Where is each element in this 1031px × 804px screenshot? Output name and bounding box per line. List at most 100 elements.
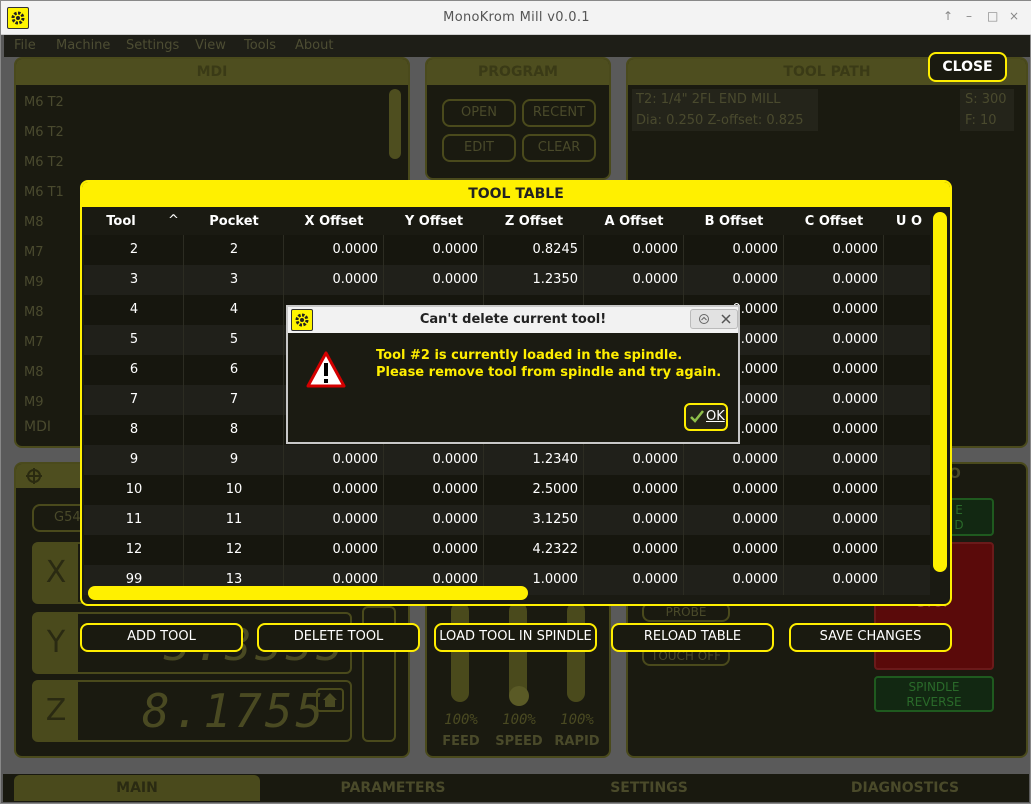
- mdi-history-item[interactable]: M8: [24, 215, 44, 230]
- table-cell[interactable]: 12: [84, 535, 184, 565]
- table-row[interactable]: 12 12 0.0000 0.0000 4.2322 0.0000 0.0000 0.0000: [84, 535, 930, 565]
- table-cell[interactable]: 0.0000: [584, 535, 679, 565]
- tab-main[interactable]: MAIN: [14, 775, 260, 801]
- reload-table-button[interactable]: RELOAD TABLE: [611, 623, 774, 652]
- table-cell[interactable]: 0.0000: [784, 535, 879, 565]
- column-header[interactable]: A Offset: [584, 209, 684, 235]
- menu-view[interactable]: View: [195, 38, 226, 53]
- table-cell[interactable]: 6: [184, 355, 284, 385]
- table-cell[interactable]: 11: [184, 505, 284, 535]
- column-header[interactable]: Y Offset: [384, 209, 484, 235]
- table-cell[interactable]: 0.0000: [584, 445, 679, 475]
- tab-parameters[interactable]: PARAMETERS: [270, 775, 516, 801]
- menu-tools[interactable]: Tools: [244, 38, 276, 53]
- table-cell[interactable]: 0.0000: [284, 475, 379, 505]
- window-close-button[interactable]: ×: [1009, 9, 1019, 23]
- table-cell[interactable]: 9: [184, 445, 284, 475]
- save-changes-button[interactable]: SAVE CHANGES: [789, 623, 952, 652]
- title-bar[interactable]: MonoKrom Mill v0.0.1 ↑ – □ ×: [1, 1, 1031, 35]
- dialog-close-icon[interactable]: [721, 314, 731, 324]
- table-cell[interactable]: 0.0000: [684, 505, 779, 535]
- table-cell[interactable]: 4.2322: [484, 535, 579, 565]
- program-recent-button[interactable]: RECENT: [522, 99, 596, 127]
- delete-tool-button[interactable]: DELETE TOOL: [257, 623, 420, 652]
- tab-settings[interactable]: SETTINGS: [526, 775, 772, 801]
- menu-about[interactable]: About: [295, 38, 333, 53]
- table-cell[interactable]: 3: [184, 265, 284, 295]
- mdi-scrollbar[interactable]: [389, 89, 401, 159]
- table-cell[interactable]: 0.0000: [784, 565, 879, 595]
- table-cell[interactable]: 0.0000: [784, 505, 879, 535]
- menu-machine[interactable]: Machine: [56, 38, 110, 53]
- column-header[interactable]: B Offset: [684, 209, 784, 235]
- mdi-history-item[interactable]: M6 T2: [24, 125, 64, 140]
- table-cell[interactable]: 3.1250: [484, 505, 579, 535]
- override-slider-2[interactable]: [567, 602, 585, 702]
- table-cell[interactable]: 0.0000: [784, 475, 879, 505]
- table-cell[interactable]: 0.0000: [384, 235, 479, 265]
- column-header[interactable]: Pocket: [184, 209, 284, 235]
- program-clear-button[interactable]: CLEAR: [522, 134, 596, 162]
- z-home-button[interactable]: [316, 688, 344, 712]
- table-cell[interactable]: 0.0000: [784, 415, 879, 445]
- table-cell[interactable]: 10: [84, 475, 184, 505]
- speed-slider-handle[interactable]: [509, 686, 529, 706]
- tab-diagnostics[interactable]: DIAGNOSTICS: [782, 775, 1028, 801]
- table-cell[interactable]: 0.0000: [784, 265, 879, 295]
- ok-button[interactable]: OK: [684, 403, 728, 431]
- mdi-tab[interactable]: MDI: [24, 419, 51, 435]
- table-cell[interactable]: 7: [84, 385, 184, 415]
- window-minimize-button[interactable]: –: [966, 9, 972, 23]
- table-cell[interactable]: 2.5000: [484, 475, 579, 505]
- mdi-history-item[interactable]: M9: [24, 275, 44, 290]
- table-cell[interactable]: 0.0000: [684, 265, 779, 295]
- mdi-history-item[interactable]: M6 T2: [24, 95, 64, 110]
- table-cell[interactable]: 0.0000: [784, 235, 879, 265]
- table-cell[interactable]: 1.2350: [484, 265, 579, 295]
- mdi-history-item[interactable]: M8: [24, 305, 44, 320]
- table-cell[interactable]: 0.0000: [684, 535, 779, 565]
- table-cell[interactable]: 3: [84, 265, 184, 295]
- table-cell[interactable]: 6: [84, 355, 184, 385]
- table-cell[interactable]: 2: [84, 235, 184, 265]
- table-cell[interactable]: 0.0000: [384, 265, 479, 295]
- spindle-reverse-button[interactable]: SPINDLE REVERSE: [874, 676, 994, 712]
- program-edit-button[interactable]: EDIT: [442, 134, 516, 162]
- program-open-button[interactable]: OPEN: [442, 99, 516, 127]
- dialog-title-bar[interactable]: Can't delete current tool!: [288, 307, 738, 333]
- table-row[interactable]: 3 3 0.0000 0.0000 1.2350 0.0000 0.0000 0.0000: [84, 265, 930, 295]
- dialog-shade-icon[interactable]: [699, 314, 709, 324]
- table-cell[interactable]: 0.0000: [384, 535, 479, 565]
- table-row[interactable]: 9 9 0.0000 0.0000 1.2340 0.0000 0.0000 0.0000: [84, 445, 930, 475]
- table-row[interactable]: 11 11 0.0000 0.0000 3.1250 0.0000 0.0000 0.0000: [84, 505, 930, 535]
- table-cell[interactable]: 0.0000: [584, 265, 679, 295]
- table-cell[interactable]: 9: [84, 445, 184, 475]
- table-row[interactable]: 2 2 0.0000 0.0000 0.8245 0.0000 0.0000 0.0000: [84, 235, 930, 265]
- tool-table-vertical-scrollbar[interactable]: [933, 212, 947, 572]
- sort-ascending-icon[interactable]: ^: [168, 213, 179, 228]
- add-tool-button[interactable]: ADD TOOL: [80, 623, 243, 652]
- override-slider-0[interactable]: [451, 602, 469, 702]
- table-cell[interactable]: 0.0000: [384, 445, 479, 475]
- table-cell[interactable]: 0.0000: [584, 565, 679, 595]
- table-cell[interactable]: 0.0000: [684, 565, 779, 595]
- table-row[interactable]: 10 10 0.0000 0.0000 2.5000 0.0000 0.0000 0.0000: [84, 475, 930, 505]
- table-cell[interactable]: 8: [184, 415, 284, 445]
- mdi-history-item[interactable]: M6 T1: [24, 185, 64, 200]
- table-cell[interactable]: 0.0000: [784, 295, 879, 325]
- table-cell[interactable]: 0.0000: [584, 475, 679, 505]
- table-cell[interactable]: 0.0000: [784, 445, 879, 475]
- table-cell[interactable]: 0.0000: [284, 505, 379, 535]
- table-cell[interactable]: 7: [184, 385, 284, 415]
- table-cell[interactable]: 10: [184, 475, 284, 505]
- table-cell[interactable]: 12: [184, 535, 284, 565]
- table-cell[interactable]: 4: [84, 295, 184, 325]
- table-cell[interactable]: 0.0000: [284, 535, 379, 565]
- close-button[interactable]: CLOSE: [928, 52, 1007, 82]
- table-cell[interactable]: 0.0000: [684, 235, 779, 265]
- window-up-button[interactable]: ↑: [943, 9, 953, 23]
- column-header[interactable]: X Offset: [284, 209, 384, 235]
- table-cell[interactable]: 5: [84, 325, 184, 355]
- mdi-history-item[interactable]: M7: [24, 245, 44, 260]
- table-cell[interactable]: 4: [184, 295, 284, 325]
